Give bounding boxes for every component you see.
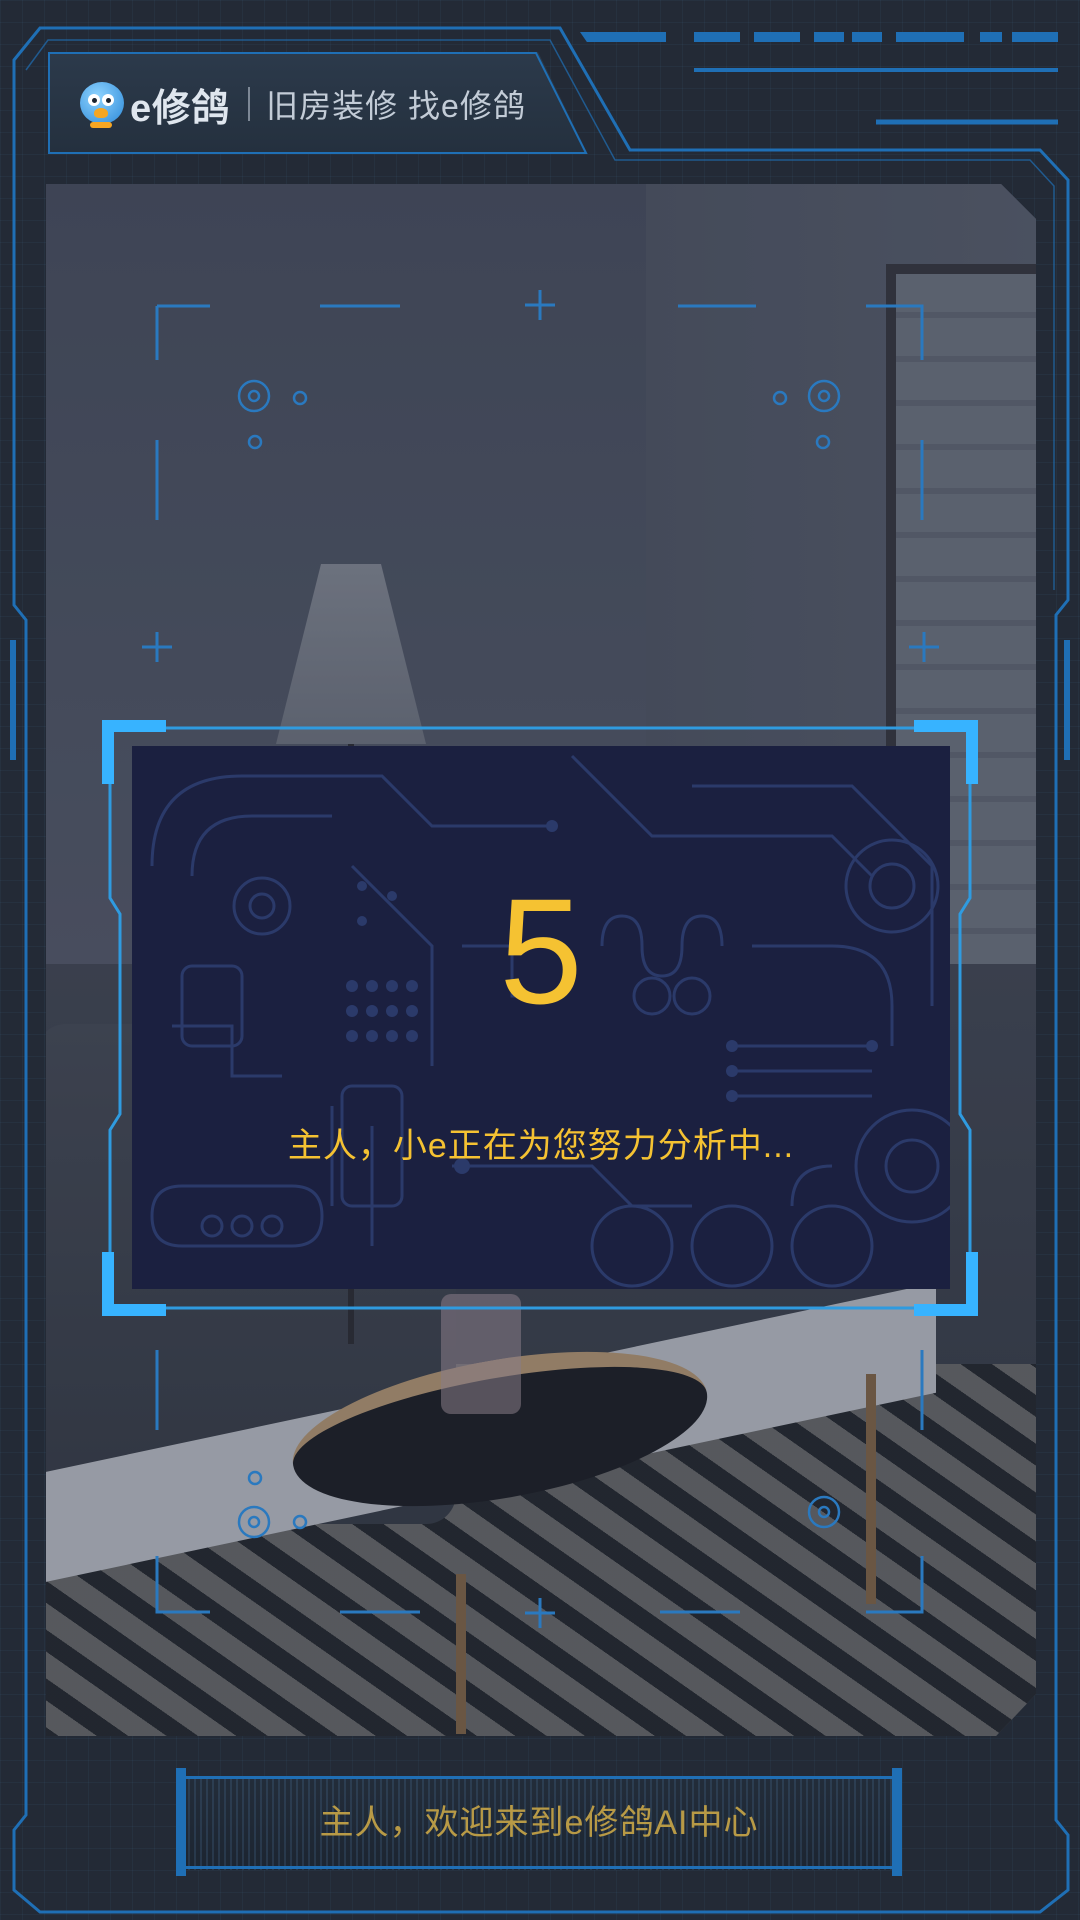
analysis-card: 5 主人，小e正在为您努力分析中...	[132, 746, 950, 1289]
welcome-text: 主人，欢迎来到e修鸽AI中心	[319, 1804, 759, 1842]
analyzing-message: 主人，小e正在为您努力分析中...	[287, 1127, 795, 1165]
countdown-number: 5	[499, 867, 583, 1035]
